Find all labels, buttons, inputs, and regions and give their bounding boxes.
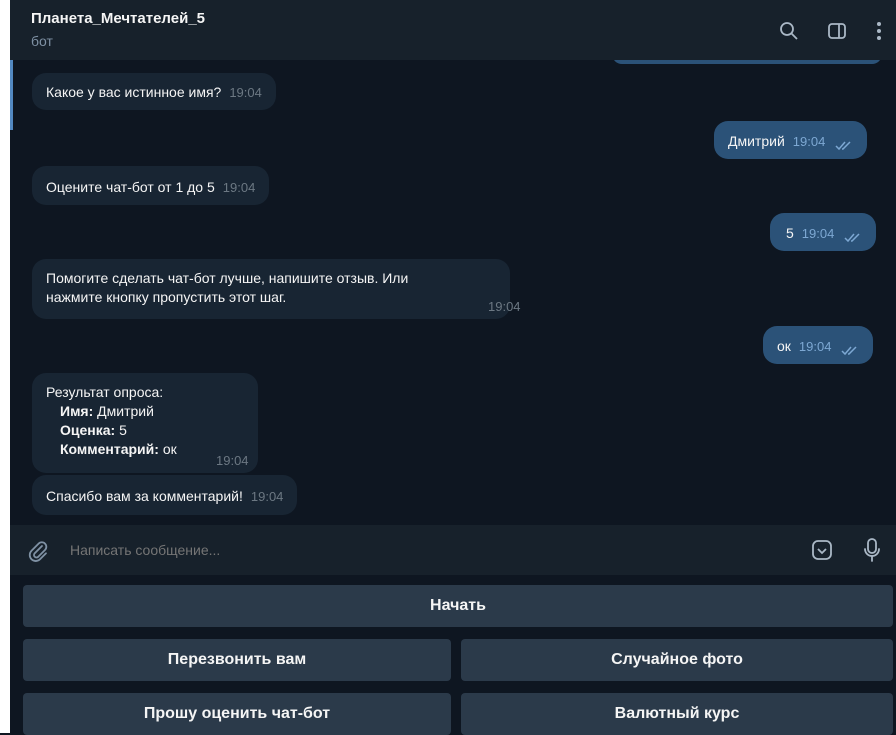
rate-bot-button[interactable]: Прошу оценить чат-бот	[23, 693, 451, 735]
message-time: 19:04	[250, 489, 284, 504]
message-text-line: Результат опроса:	[46, 384, 164, 400]
message-composer	[10, 525, 896, 575]
message-text-line: Помогите сделать чат-бот лучше, напишите…	[46, 270, 409, 286]
chat-header[interactable]: Планета_Мечтателей_5 бот	[10, 0, 896, 60]
incoming-message[interactable]: Результат опроса: Имя: Дмитрий Оценка: 5…	[32, 373, 258, 473]
outgoing-message[interactable]: 5 19:04	[770, 213, 877, 251]
more-vertical-icon[interactable]	[868, 20, 890, 42]
field-label: Имя:	[60, 403, 94, 419]
previous-message-bubble	[612, 60, 882, 64]
microphone-icon[interactable]	[860, 536, 884, 564]
bot-keyboard: Начать Перезвонить вам Случайное фото Пр…	[10, 575, 896, 735]
double-check-icon	[844, 229, 862, 242]
start-button[interactable]: Начать	[23, 585, 893, 627]
message-text: 5	[786, 225, 794, 241]
message-list[interactable]: Какое у вас истинное имя? 19:04 Дмитрий 19…	[10, 60, 896, 525]
incoming-message[interactable]: Какое у вас истинное имя? 19:04	[32, 73, 276, 110]
sidebar-toggle-icon[interactable]	[826, 20, 848, 42]
field-value: 5	[115, 422, 127, 438]
message-text: ок	[777, 338, 791, 354]
field-label: Оценка:	[60, 422, 116, 438]
chat-subtitle: бот	[31, 33, 53, 49]
incoming-message[interactable]: Спасибо вам за комментарий! 19:04	[32, 475, 298, 515]
message-time: 19:04	[488, 299, 521, 314]
random-photo-button[interactable]: Случайное фото	[461, 639, 893, 681]
message-text-line: Комментарий: ок	[60, 440, 177, 459]
bot-commands-icon[interactable]	[810, 538, 834, 562]
window-edge	[0, 0, 10, 733]
currency-rate-button[interactable]: Валютный курс	[461, 693, 893, 735]
incoming-message[interactable]: Оцените чат-бот от 1 до 5 19:04	[32, 166, 270, 205]
message-text: Оцените чат-бот от 1 до 5	[46, 179, 215, 195]
message-input[interactable]	[68, 541, 672, 559]
double-check-icon	[841, 342, 859, 355]
double-check-icon	[835, 137, 853, 150]
message-time: 19:04	[792, 134, 826, 149]
message-time: 19:04	[801, 226, 835, 241]
message-time: 19:04	[216, 453, 249, 468]
message-time: 19:04	[798, 339, 832, 354]
message-text-line: нажмите кнопку пропустить этот шаг.	[46, 289, 287, 305]
message-text-line: Имя: Дмитрий	[60, 402, 154, 421]
call-back-button[interactable]: Перезвонить вам	[23, 639, 451, 681]
field-label: Комментарий:	[60, 441, 159, 457]
message-text: Спасибо вам за комментарий!	[46, 488, 243, 504]
search-icon[interactable]	[778, 20, 800, 42]
field-value: ок	[158, 441, 177, 457]
message-text-line: Оценка: 5	[60, 421, 127, 440]
unread-indicator	[10, 60, 13, 130]
message-text: Дмитрий	[728, 133, 785, 149]
telegram-chat-window: Планета_Мечтателей_5 бот Какое у вас ист…	[10, 0, 896, 735]
outgoing-message[interactable]: ок 19:04	[763, 326, 874, 364]
message-text: Какое у вас истинное имя?	[46, 84, 222, 100]
chat-title[interactable]: Планета_Мечтателей_5	[31, 10, 205, 27]
field-value: Дмитрий	[93, 403, 154, 419]
incoming-message[interactable]: Помогите сделать чат-бот лучше, напишите…	[32, 259, 521, 319]
paperclip-icon[interactable]	[26, 539, 50, 563]
message-time: 19:04	[229, 85, 262, 100]
message-time: 19:04	[222, 180, 256, 195]
outgoing-message[interactable]: Дмитрий 19:04	[714, 121, 868, 159]
